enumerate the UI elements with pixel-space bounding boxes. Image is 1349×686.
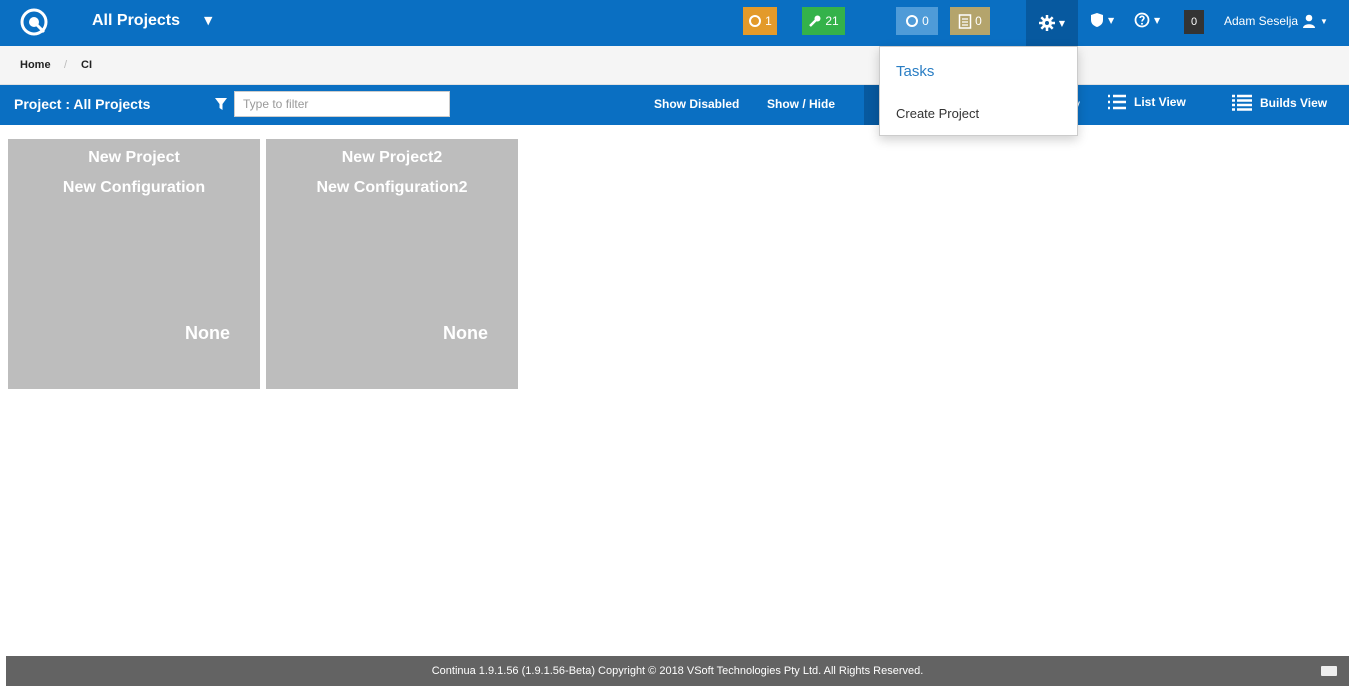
breadcrumb-separator: / <box>64 59 68 71</box>
list-view-button[interactable]: List View <box>1108 94 1186 110</box>
project-toolbar: Project : All Projects Show Disabled Sho… <box>0 85 1349 125</box>
footer: Continua 1.9.1.56 (1.9.1.56-Beta) Copyri… <box>6 656 1349 686</box>
builds-view-label: Builds View <box>1260 96 1328 110</box>
badge-count: 0 <box>922 14 929 28</box>
user-menu-button[interactable]: Adam Seselja ▼ <box>1224 14 1328 28</box>
breadcrumb-home-link[interactable]: Home <box>20 59 51 71</box>
shield-icon <box>1091 13 1103 27</box>
badge-count: 0 <box>975 14 982 28</box>
badge-count: 1 <box>765 14 772 28</box>
filter-input[interactable] <box>234 91 450 117</box>
ring-icon <box>749 15 762 27</box>
project-tile[interactable]: New Project2 New Configuration2 None <box>266 139 518 389</box>
tile-status: None <box>185 323 230 343</box>
clipboard-icon <box>958 14 972 29</box>
breadcrumb-current: CI <box>81 59 92 71</box>
page-title: Project : All Projects <box>14 96 151 112</box>
tile-view-button[interactable] <box>864 85 880 125</box>
chevron-down-icon: ▼ <box>1108 15 1115 25</box>
list-view-label: List View <box>1134 95 1186 109</box>
top-navbar: All Projects ▼ 1 21 0 0 ▼ ▼ ▼ 0 Adam Ses… <box>0 0 1349 46</box>
badge-reports[interactable]: 0 <box>950 7 990 35</box>
badge-running[interactable]: 0 <box>896 7 938 35</box>
badge-count: 21 <box>825 14 839 28</box>
list-icon <box>1108 94 1126 110</box>
ring-icon <box>906 15 919 27</box>
help-icon <box>1134 12 1150 28</box>
tile-configuration-name[interactable]: New Configuration <box>8 179 260 197</box>
badge-queued[interactable]: 1 <box>743 7 777 35</box>
app-logo-icon[interactable] <box>20 8 48 36</box>
chevron-down-icon: ▼ <box>1320 16 1328 26</box>
gear-icon <box>1038 15 1055 31</box>
tasks-menu-button[interactable]: ▼ <box>1026 0 1078 46</box>
chevron-down-icon: ▼ <box>1154 15 1161 25</box>
project-selector[interactable]: All Projects <box>92 12 180 30</box>
tile-status: None <box>443 323 488 343</box>
security-menu-button[interactable]: ▼ <box>1090 12 1114 28</box>
copyright-text: Continua 1.9.1.56 (1.9.1.56-Beta) Copyri… <box>431 665 924 677</box>
dropdown-header: Tasks <box>896 63 935 80</box>
notification-count[interactable]: 0 <box>1184 10 1204 34</box>
builds-view-button[interactable]: Builds View <box>1232 94 1327 112</box>
keyboard-icon[interactable] <box>1321 666 1337 676</box>
tile-project-name[interactable]: New Project <box>8 149 260 167</box>
chevron-down-icon[interactable]: ▼ <box>204 14 212 27</box>
tasks-dropdown-menu: Tasks Create Project <box>879 46 1078 136</box>
user-icon <box>1303 14 1316 28</box>
badge-agents[interactable]: 21 <box>802 7 845 35</box>
show-disabled-button[interactable]: Show Disabled <box>654 97 739 111</box>
help-menu-button[interactable]: ▼ <box>1134 12 1160 28</box>
create-project-menu-item[interactable]: Create Project <box>896 106 979 121</box>
wrench-icon <box>809 15 821 27</box>
list-icon <box>1232 94 1252 111</box>
project-tile[interactable]: New Project New Configuration None <box>8 139 260 389</box>
chevron-down-icon: ▼ <box>1058 18 1066 28</box>
filter-icon <box>215 98 227 110</box>
show-hide-button[interactable]: Show / Hide <box>767 97 835 111</box>
user-name: Adam Seselja <box>1224 14 1299 28</box>
tile-configuration-name[interactable]: New Configuration2 <box>266 179 518 197</box>
tile-project-name[interactable]: New Project2 <box>266 149 518 167</box>
breadcrumb: Home / CI <box>0 46 1349 85</box>
